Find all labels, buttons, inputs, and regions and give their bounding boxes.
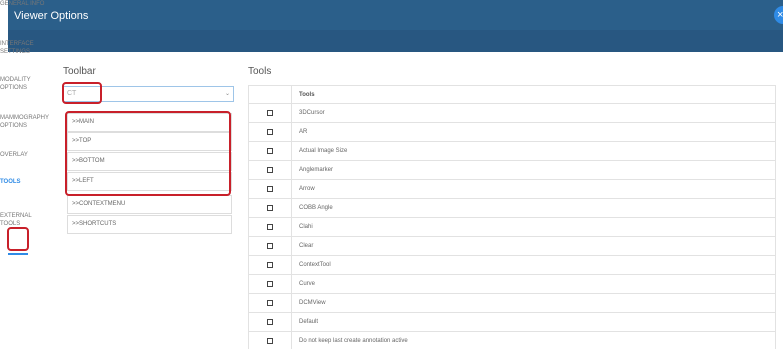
tool-checkbox[interactable] — [267, 243, 273, 249]
column-divider — [291, 218, 292, 237]
sidebar-item[interactable]: TOOLS — [0, 178, 52, 186]
column-divider — [291, 86, 292, 105]
dialog-title: Viewer Options — [14, 10, 89, 22]
tools-heading: Tools — [248, 66, 272, 77]
column-divider — [291, 275, 292, 294]
column-divider — [291, 142, 292, 161]
table-row: DCMView — [248, 294, 776, 313]
table-row: Curve — [248, 275, 776, 294]
column-divider — [291, 104, 292, 123]
tool-name: ContextTool — [299, 262, 331, 268]
tool-name: Arrow — [299, 186, 315, 192]
tool-name: Default — [299, 319, 319, 325]
sidebar-item[interactable]: MODALITY OPTIONS — [0, 76, 52, 92]
table-row: Clahi — [248, 218, 776, 237]
column-divider — [291, 294, 292, 313]
tool-name: Curve — [299, 281, 316, 287]
table-row: Anglemarker — [248, 161, 776, 180]
sidebar-item[interactable]: GENERAL INFO — [0, 0, 52, 8]
sidebar-item[interactable]: EXTERNAL TOOLS — [0, 212, 52, 228]
tool-checkbox[interactable] — [267, 281, 273, 287]
tool-checkbox[interactable] — [267, 300, 273, 306]
titlebar-subbar — [8, 30, 783, 52]
column-divider — [291, 256, 292, 275]
column-divider — [291, 199, 292, 218]
column-divider — [291, 237, 292, 256]
tool-checkbox[interactable] — [267, 129, 273, 135]
table-row: 3DCursor — [248, 104, 776, 123]
tool-name: COBB Angle — [299, 205, 333, 211]
sidebar-item[interactable]: INTERFACE SETTINGS — [0, 40, 52, 56]
tool-name: AR — [299, 129, 308, 135]
column-divider — [291, 313, 292, 332]
highlight-tools-tab — [7, 227, 29, 251]
tool-name: Clear — [299, 243, 314, 249]
tool-checkbox[interactable] — [267, 262, 273, 268]
highlight-toolbar-items — [65, 111, 231, 196]
tool-checkbox[interactable] — [267, 186, 273, 192]
table-row: AR — [248, 123, 776, 142]
table-row: Arrow — [248, 180, 776, 199]
active-tab-underline — [8, 253, 28, 255]
tool-name: Actual Image Size — [299, 148, 348, 154]
toolbar-list-item[interactable]: >>SHORTCUTS — [67, 215, 232, 234]
tool-name: DCMView — [299, 300, 326, 306]
tool-checkbox[interactable] — [267, 167, 273, 173]
sidebar-item[interactable]: OVERLAY — [0, 151, 52, 159]
tool-name: Anglemarker — [299, 167, 334, 173]
tools-column-header: Tools — [299, 92, 315, 98]
column-divider — [291, 332, 292, 349]
tool-name: Do not keep last create annotation activ… — [299, 338, 408, 344]
tool-checkbox[interactable] — [267, 319, 273, 325]
toolbar-list-item[interactable]: >>CONTEXTMENU — [67, 195, 232, 214]
tool-checkbox[interactable] — [267, 148, 273, 154]
toolbar-heading: Toolbar — [63, 66, 96, 77]
table-row: ContextTool — [248, 256, 776, 275]
table-row: Actual Image Size — [248, 142, 776, 161]
sidebar-item[interactable]: MAMMOGRAPHY OPTIONS — [0, 114, 52, 130]
table-row: Clear — [248, 237, 776, 256]
tool-name: Clahi — [299, 224, 313, 230]
chevron-down-icon: ⌄ — [224, 91, 230, 97]
tool-checkbox[interactable] — [267, 205, 273, 211]
tool-checkbox[interactable] — [267, 338, 273, 344]
highlight-select — [62, 82, 102, 104]
tool-name: 3DCursor — [299, 110, 325, 116]
table-row: Do not keep last create annotation activ… — [248, 332, 776, 349]
column-divider — [291, 161, 292, 180]
column-divider — [291, 180, 292, 199]
tool-checkbox[interactable] — [267, 224, 273, 230]
dialog-titlebar: Viewer Options — [8, 0, 783, 52]
table-row: Default — [248, 313, 776, 332]
tool-checkbox[interactable] — [267, 110, 273, 116]
table-row: COBB Angle — [248, 199, 776, 218]
column-divider — [291, 123, 292, 142]
tools-table-header: Tools — [248, 85, 776, 105]
